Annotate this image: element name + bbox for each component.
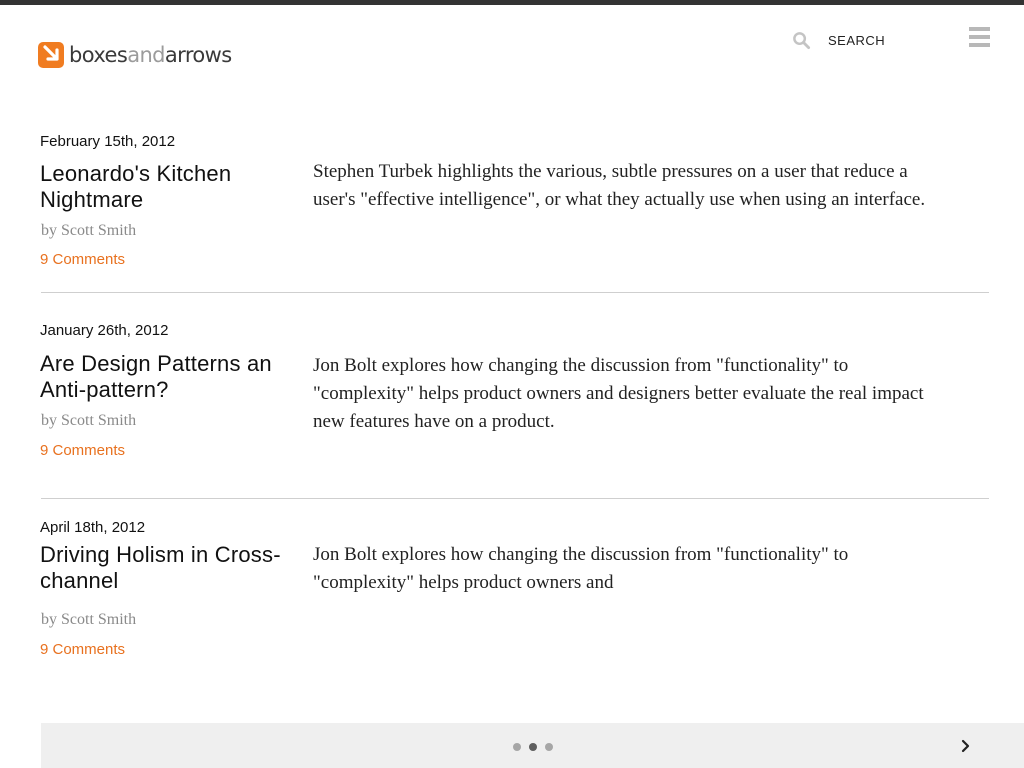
logo-word-arrows: arrows xyxy=(164,43,232,67)
article-comments-link[interactable]: 9 Comments xyxy=(40,442,125,459)
article-title[interactable]: Leonardo's Kitchen Nightmare xyxy=(40,161,310,213)
article-item: April 18th, 2012 Driving Holism in Cross… xyxy=(40,517,989,667)
site-logo[interactable]: boxesandarrows xyxy=(38,41,232,69)
logo-arrow-icon xyxy=(38,42,64,68)
divider xyxy=(41,498,989,499)
page-dot[interactable] xyxy=(513,743,521,751)
article-date: January 26th, 2012 xyxy=(40,322,169,339)
chevron-right-icon[interactable] xyxy=(959,738,973,754)
search-button[interactable]: SEARCH xyxy=(792,28,885,52)
article-comments-link[interactable]: 9 Comments xyxy=(40,251,125,268)
article-author: by Scott Smith xyxy=(41,412,137,429)
page-dot-active[interactable] xyxy=(529,743,537,751)
logo-wordmark: boxesandarrows xyxy=(69,43,232,67)
article-author: by Scott Smith xyxy=(41,611,137,628)
logo-word-and: and xyxy=(127,43,165,67)
article-summary: Jon Bolt explores how changing the discu… xyxy=(313,544,849,593)
article-summary: Jon Bolt explores how changing the discu… xyxy=(313,355,924,432)
pagination-bar xyxy=(41,723,1024,768)
article-item: January 26th, 2012 Are Design Patterns a… xyxy=(40,321,989,471)
article-title[interactable]: Are Design Patterns an Anti-pattern? xyxy=(40,351,310,403)
article-title[interactable]: Driving Holism in Cross-channel xyxy=(40,542,310,594)
article-summary: Stephen Turbek highlights the various, s… xyxy=(313,161,926,210)
top-bar xyxy=(0,0,1024,5)
search-label: SEARCH xyxy=(828,32,886,48)
hamburger-menu-icon[interactable] xyxy=(969,27,990,48)
page-dot[interactable] xyxy=(545,743,553,751)
article-comments-link[interactable]: 9 Comments xyxy=(40,641,125,658)
article-author: by Scott Smith xyxy=(41,222,137,239)
logo-word-boxes: boxes xyxy=(69,43,128,67)
divider xyxy=(41,292,989,293)
article-item: February 15th, 2012 Leonardo's Kitchen N… xyxy=(40,131,989,281)
article-date: February 15th, 2012 xyxy=(40,133,176,150)
search-icon xyxy=(793,31,811,49)
article-date: April 18th, 2012 xyxy=(40,519,146,536)
